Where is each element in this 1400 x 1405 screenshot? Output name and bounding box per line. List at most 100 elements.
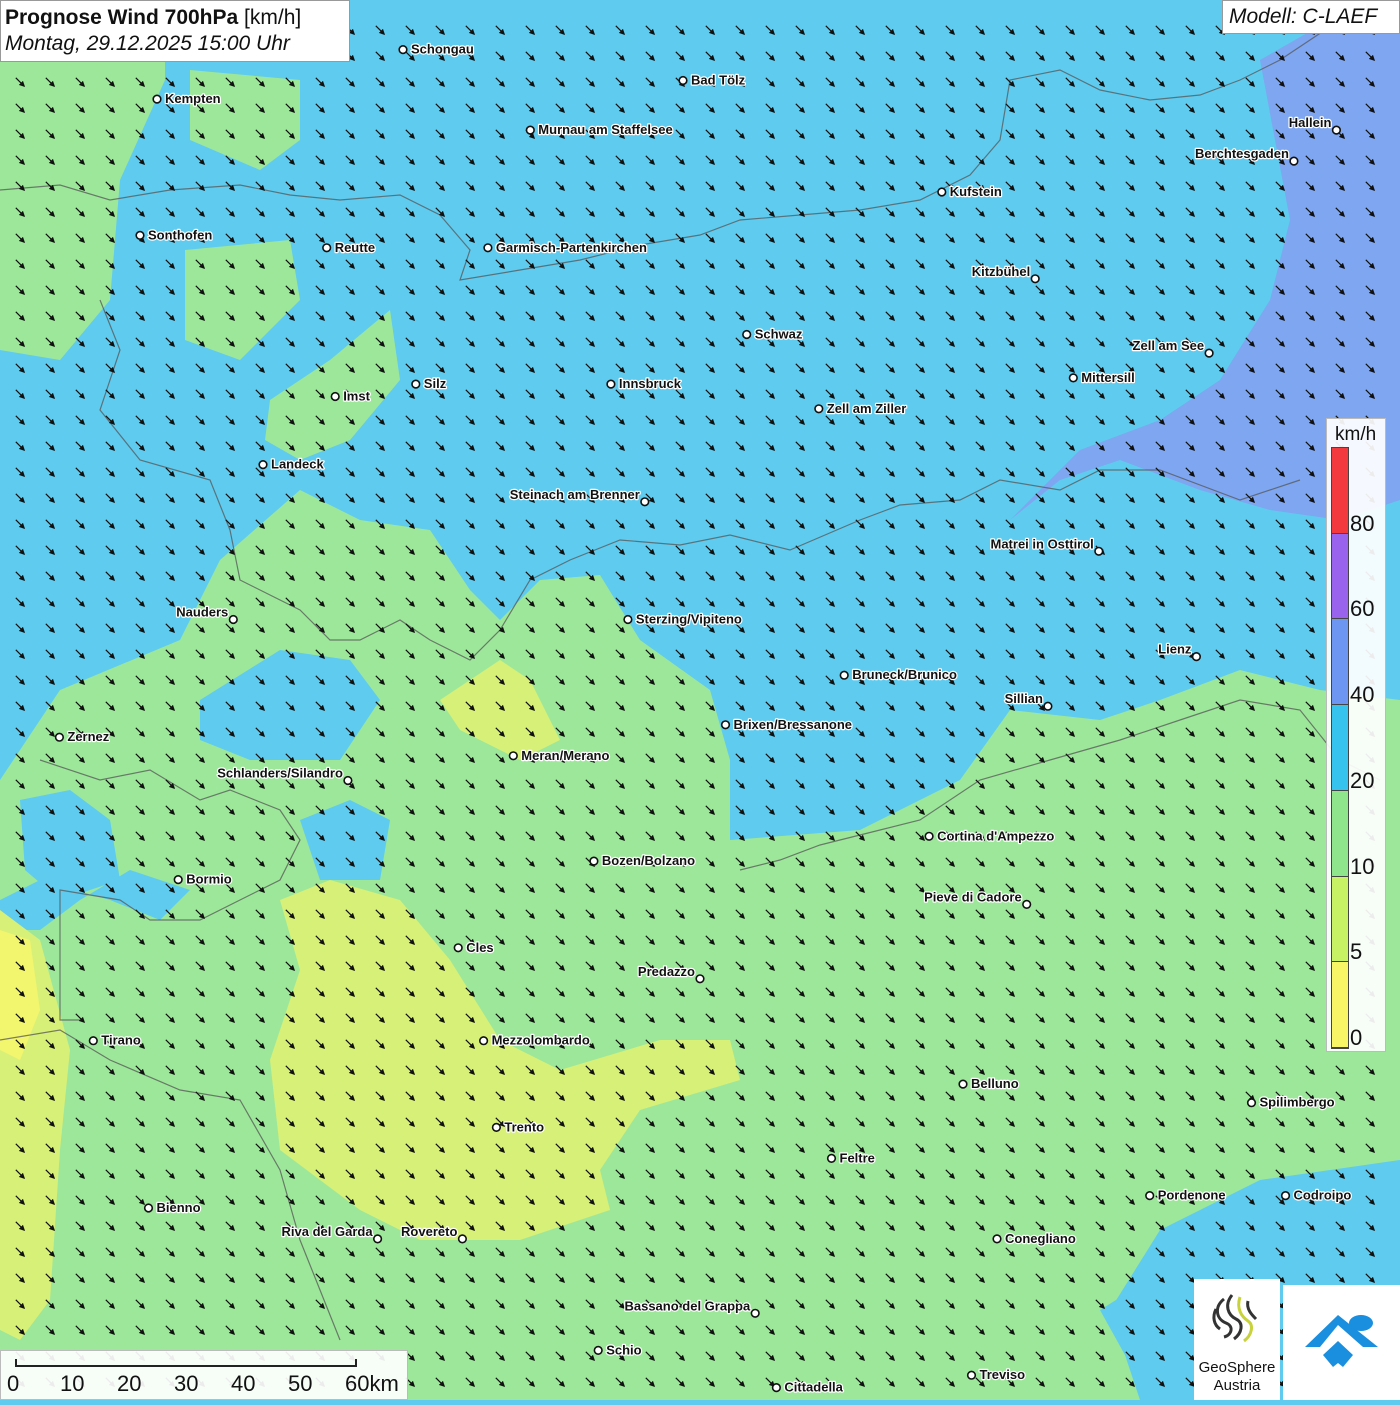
geosphere-logo: GeoSphere Austria bbox=[1194, 1279, 1280, 1400]
city-dot bbox=[1094, 546, 1104, 556]
city-label: Murnau am Staffelsee bbox=[538, 122, 672, 137]
city-dot bbox=[453, 943, 463, 953]
city-label: Innsbruck bbox=[619, 376, 682, 391]
city-label: Cles bbox=[466, 940, 493, 955]
scale-bar-label: 50 bbox=[288, 1371, 313, 1396]
city-label: Predazzo bbox=[638, 964, 695, 979]
city-marker: Mezzolombardo bbox=[479, 1031, 591, 1049]
city-dot bbox=[678, 75, 688, 86]
city-dot bbox=[839, 670, 849, 680]
legend-tick-label: 80 bbox=[1350, 510, 1375, 536]
city-label: Hallein bbox=[1289, 115, 1332, 130]
city-dot bbox=[623, 614, 633, 625]
city-marker: Spilimbergo bbox=[1246, 1093, 1336, 1111]
city-label: Bienno bbox=[157, 1200, 201, 1215]
blue-mountain-icon bbox=[1305, 1315, 1378, 1367]
city-dot bbox=[173, 874, 183, 885]
city-marker: Zell am Ziller bbox=[814, 400, 907, 417]
city-dot bbox=[1246, 1098, 1257, 1108]
legend-tick-label: 10 bbox=[1350, 853, 1375, 879]
city-dot bbox=[742, 329, 752, 340]
city-dot bbox=[258, 460, 268, 470]
city-label: Tirano bbox=[101, 1033, 141, 1048]
city-marker: Bruneck/Brunico bbox=[839, 666, 958, 683]
city-dot bbox=[606, 379, 616, 389]
legend-segment bbox=[1332, 619, 1348, 706]
city-label: Treviso bbox=[980, 1367, 1026, 1382]
city-label: Sillian bbox=[1005, 691, 1043, 706]
city-label: Bormio bbox=[186, 872, 232, 887]
city-dot bbox=[483, 243, 493, 253]
legend-tick-label: 0 bbox=[1350, 1025, 1363, 1050]
city-dot bbox=[1043, 701, 1053, 711]
city-label: Bozen/Bolzano bbox=[602, 853, 695, 868]
city-dot bbox=[322, 243, 332, 253]
city-dot bbox=[479, 1036, 489, 1046]
city-dot bbox=[88, 1036, 98, 1046]
legend-tick-label: 60 bbox=[1350, 596, 1375, 622]
city-marker: Brixen/Bressanone bbox=[720, 716, 853, 733]
city-dot bbox=[771, 1382, 782, 1393]
city-dot bbox=[411, 379, 421, 389]
city-dot bbox=[54, 732, 65, 742]
city-label: Cortina d'Ampezzo bbox=[937, 828, 1054, 843]
legend-segment bbox=[1332, 533, 1348, 620]
scale-bar-label: 10 bbox=[60, 1371, 85, 1396]
city-dot bbox=[826, 1153, 837, 1163]
model-label: Modell: C-LAEF bbox=[1222, 0, 1400, 34]
legend-tick-label: 40 bbox=[1350, 682, 1375, 708]
city-label: Matrei in Osttirol bbox=[991, 536, 1094, 551]
wind-map[interactable]: Schongau Bad Tölz Kempten Murnau am Staffel… bbox=[0, 0, 1400, 1400]
city-dot bbox=[924, 831, 934, 841]
city-dot bbox=[1068, 373, 1078, 383]
scale-bar-label: 40 bbox=[231, 1371, 256, 1396]
geosphere-text-2: Austria bbox=[1213, 1377, 1261, 1394]
city-label: Sterzing/Vipiteno bbox=[636, 612, 742, 627]
city-label: Trento bbox=[504, 1119, 544, 1134]
city-dot bbox=[228, 614, 238, 625]
city-dot bbox=[491, 1122, 502, 1132]
city-label: Codroipo bbox=[1294, 1188, 1352, 1203]
city-dot bbox=[640, 497, 650, 507]
city-label: Riva del Garda bbox=[282, 1224, 374, 1239]
city-label: Sonthofen bbox=[148, 227, 212, 242]
city-dot bbox=[958, 1079, 968, 1089]
city-dot bbox=[1204, 348, 1214, 358]
city-label: Reutte bbox=[335, 240, 375, 255]
partner-logo bbox=[1283, 1285, 1400, 1400]
city-dot bbox=[589, 856, 599, 866]
city-dot bbox=[398, 44, 408, 55]
city-marker: Cortina d'Ampezzo bbox=[924, 827, 1056, 844]
city-marker: Sterzing/Vipiteno bbox=[623, 610, 743, 628]
city-label: Imst bbox=[343, 389, 370, 404]
scale-bar-label: 0 bbox=[7, 1371, 20, 1396]
legend-segment bbox=[1332, 705, 1348, 791]
city-dot bbox=[814, 404, 824, 414]
city-marker: Schongau bbox=[398, 40, 475, 58]
city-marker: Innsbruck bbox=[606, 375, 683, 392]
city-label: Feltre bbox=[840, 1150, 875, 1165]
city-dot bbox=[992, 1234, 1002, 1244]
city-label: Lienz bbox=[1158, 642, 1192, 657]
city-dot bbox=[720, 720, 731, 730]
city-label: Pordenone bbox=[1158, 1188, 1226, 1203]
city-dot bbox=[750, 1308, 760, 1318]
city-dot bbox=[966, 1370, 977, 1380]
city-label: Schio bbox=[606, 1342, 641, 1357]
city-dot bbox=[1022, 899, 1032, 910]
city-dot bbox=[135, 230, 145, 240]
city-label: Kufstein bbox=[950, 184, 1002, 199]
scale-bar: 0 10 20 30 40 50 60km bbox=[0, 1350, 408, 1400]
city-label: Rovereto bbox=[401, 1224, 457, 1239]
city-label: Brixen/Bressanone bbox=[734, 717, 853, 732]
legend-tick-label: 20 bbox=[1350, 767, 1375, 793]
map-title: Prognose Wind 700hPa [km/h] bbox=[5, 5, 349, 31]
city-marker: Pordenone bbox=[1145, 1186, 1227, 1204]
city-label: Pieve di Cadore bbox=[924, 889, 1022, 904]
legend-segment bbox=[1332, 876, 1348, 963]
city-marker: Conegliano bbox=[992, 1230, 1077, 1247]
city-dot bbox=[1145, 1190, 1155, 1201]
city-label: Schlanders/Silandro bbox=[217, 766, 343, 781]
city-label: Silz bbox=[424, 376, 447, 391]
city-label: Bassano del Grappa bbox=[624, 1298, 750, 1313]
